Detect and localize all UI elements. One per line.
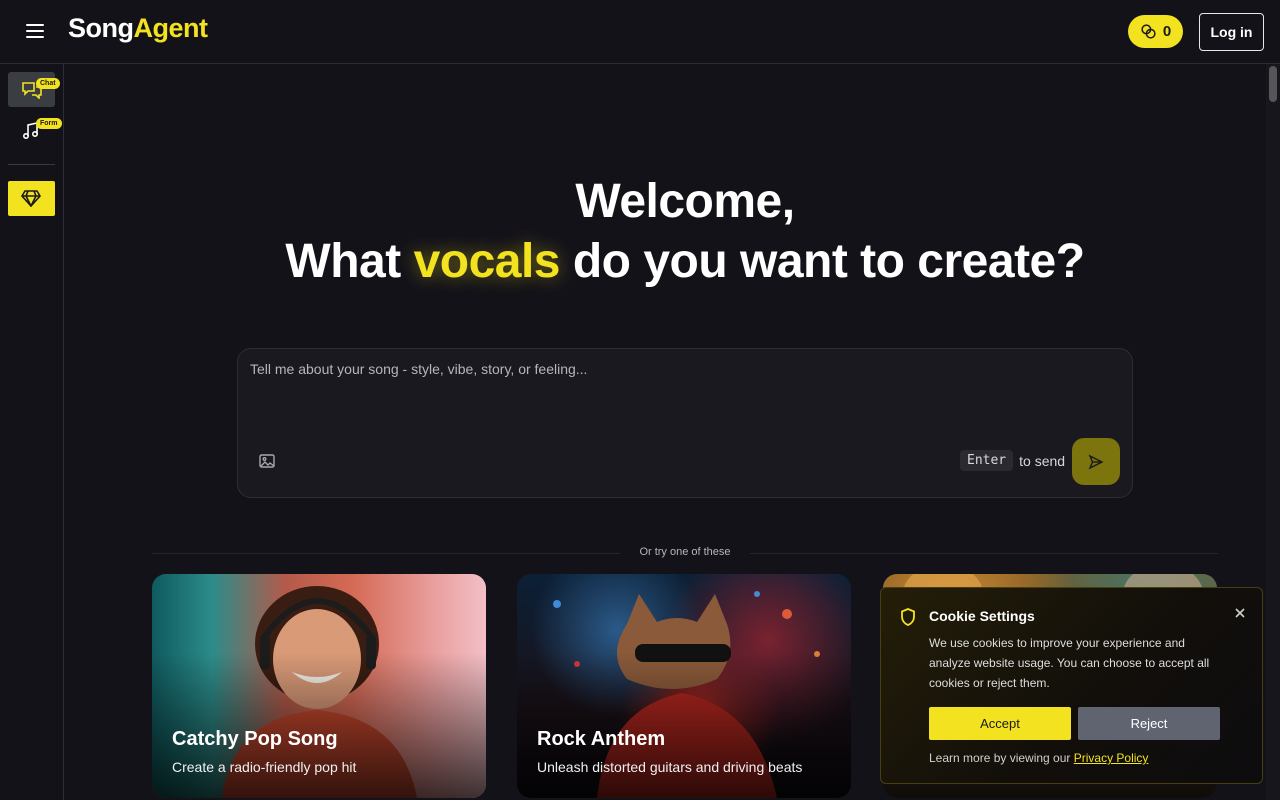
privacy-policy-link[interactable]: Privacy Policy — [1074, 751, 1149, 765]
cookie-description: We use cookies to improve your experienc… — [929, 636, 1210, 690]
sidebar-item-chat[interactable]: Chat — [8, 72, 60, 107]
sidebar: Chat Form — [0, 64, 64, 800]
cookie-settings-panel: Cookie Settings We use cookies to improv… — [880, 587, 1263, 784]
top-header: SongAgent 0 Log in — [0, 0, 1280, 64]
reject-cookies-button[interactable]: Reject — [1078, 707, 1220, 740]
coins-icon — [1141, 24, 1156, 39]
send-hint-text: to send — [1019, 452, 1066, 469]
scrollbar-thumb[interactable] — [1269, 66, 1277, 102]
cookie-footer-text: Learn more by viewing our — [929, 751, 1074, 765]
close-icon[interactable] — [1229, 602, 1251, 624]
send-arrow-icon — [1088, 454, 1104, 469]
accept-cookies-button[interactable]: Accept — [929, 707, 1071, 740]
credits-count: 0 — [1162, 23, 1172, 40]
image-upload-icon[interactable] — [258, 453, 276, 469]
sidebar-badge-chat: Chat — [36, 78, 60, 89]
enter-key-label: Enter — [960, 450, 1014, 471]
prompt-box: Enter to send — [237, 348, 1133, 498]
diamond-icon — [21, 190, 41, 207]
cookie-footer: Learn more by viewing our Privacy Policy — [929, 751, 1148, 765]
hamburger-menu-icon[interactable] — [22, 20, 50, 44]
hero-question-post: do you want to create? — [560, 235, 1085, 288]
suggestion-card-rock[interactable]: Rock Anthem Unleash distorted guitars an… — [517, 574, 851, 798]
sidebar-divider — [8, 164, 55, 165]
cookie-title: Cookie Settings — [929, 608, 1035, 624]
logo[interactable]: SongAgent — [68, 13, 208, 44]
sidebar-item-form[interactable]: Form — [8, 112, 62, 147]
send-hint: Enter to send — [960, 450, 1065, 471]
send-button[interactable] — [1072, 438, 1120, 485]
hero-accent-word: vocals — [413, 235, 561, 288]
hero-welcome: Welcome, — [575, 175, 795, 228]
card-subtitle: Unleash distorted guitars and driving be… — [537, 759, 803, 775]
card-title: Catchy Pop Song — [172, 728, 338, 750]
sidebar-badge-form: Form — [36, 118, 62, 129]
sidebar-item-premium[interactable] — [8, 181, 55, 216]
suggestion-card-pop[interactable]: Catchy Pop Song Create a radio-friendly … — [152, 574, 486, 798]
card-title: Rock Anthem — [537, 728, 666, 750]
hero-question-pre: What — [285, 235, 414, 288]
try-label: Or try one of these — [620, 546, 750, 558]
song-prompt-input[interactable] — [250, 361, 1110, 431]
credits-badge[interactable]: 0 — [1128, 15, 1183, 48]
card-subtitle: Create a radio-friendly pop hit — [172, 759, 357, 775]
shield-icon — [901, 608, 915, 626]
login-button[interactable]: Log in — [1199, 13, 1264, 51]
hero-question: What vocals do you want to create? — [64, 232, 1280, 292]
logo-song: Song — [68, 13, 134, 43]
logo-agent: Agent — [133, 13, 209, 43]
